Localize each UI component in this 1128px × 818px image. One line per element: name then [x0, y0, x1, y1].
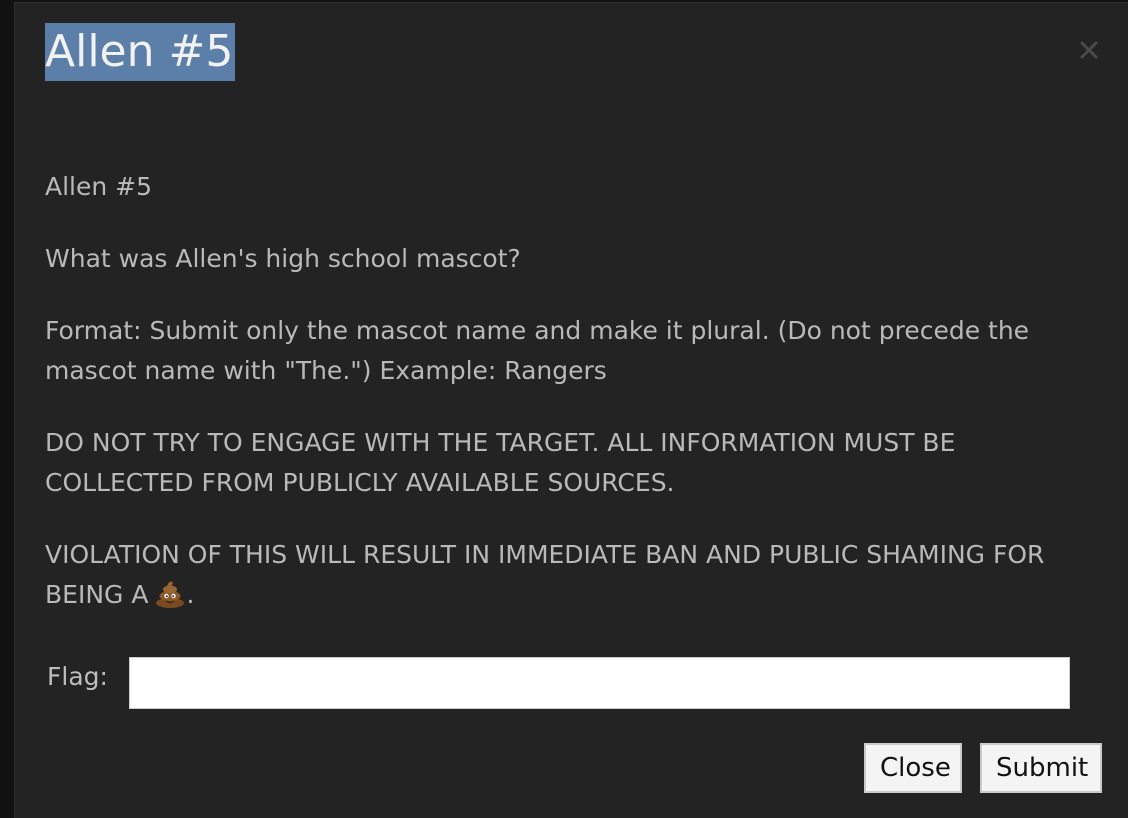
warning-line-1: DO NOT TRY TO ENGAGE WITH THE TARGET. AL…: [45, 428, 956, 457]
format-line-1: Format: Submit only the mascot name and …: [45, 316, 1030, 345]
challenge-name: Allen #5: [45, 172, 153, 201]
engagement-warning: DO NOT TRY TO ENGAGE WITH THE TARGET. AL…: [45, 423, 1095, 503]
warning-line-2: COLLECTED FROM PUBLICLY AVAILABLE SOURCE…: [45, 468, 675, 497]
challenge-question: What was Allen's high school mascot?: [45, 244, 521, 273]
violation-line-2-suffix: .: [186, 580, 195, 609]
close-button[interactable]: Close: [864, 743, 962, 793]
violation-warning: VIOLATION OF THIS WILL RESULT IN IMMEDIA…: [45, 535, 1095, 615]
flag-row: Flag:: [47, 657, 1071, 709]
submit-button[interactable]: Submit: [980, 743, 1102, 793]
violation-line-1: VIOLATION OF THIS WILL RESULT IN IMMEDIA…: [45, 540, 1045, 569]
modal-title: Allen #5: [45, 23, 236, 81]
flag-input[interactable]: [129, 657, 1070, 709]
close-icon[interactable]: [1078, 39, 1100, 61]
pile-of-poo-icon: [154, 577, 186, 609]
violation-line-2-prefix: BEING A: [45, 580, 149, 609]
challenge-modal: Allen #5 Allen #5 What was Allen's high …: [14, 2, 1128, 818]
format-instructions: Format: Submit only the mascot name and …: [45, 311, 1095, 391]
challenge-description: Allen #5 What was Allen's high school ma…: [45, 167, 1095, 647]
flag-label: Flag:: [47, 662, 108, 691]
format-line-2: mascot name with "The.") Example: Ranger…: [45, 356, 607, 385]
